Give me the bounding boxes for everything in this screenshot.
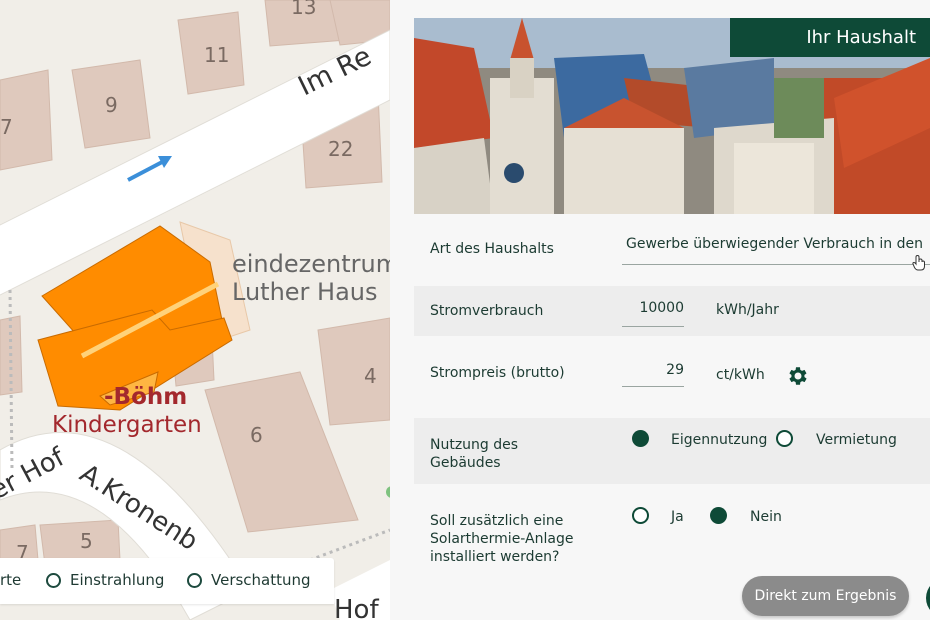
poi-label: Kindergarten xyxy=(52,412,202,438)
house-number: 4 xyxy=(364,364,377,388)
power-price-row: Strompreis (brutto) 29 ct/kWh xyxy=(414,340,930,410)
power-consumption-label: Stromverbrauch xyxy=(430,303,544,319)
poi-label: eindezentrum M xyxy=(232,250,390,278)
next-step-button[interactable] xyxy=(926,578,930,618)
radio-eigennutzung[interactable] xyxy=(632,430,649,447)
radio-nein[interactable] xyxy=(710,507,727,524)
radio-icon[interactable] xyxy=(46,572,61,588)
house-number: 5 xyxy=(80,529,93,553)
direct-to-result-button[interactable]: Direkt zum Ergebnis xyxy=(742,576,909,616)
house-number: 22 xyxy=(328,137,353,161)
map-layer-legend: rte Einstrahlung Verschattung xyxy=(0,558,334,604)
household-type-select[interactable]: Gewerbe überwiegender Verbrauch in den xyxy=(626,236,930,252)
power-price-label: Strompreis (brutto) xyxy=(430,365,565,381)
label-line: Nutzung des xyxy=(430,437,519,453)
power-consumption-row: Stromverbrauch 10000 kWh/Jahr xyxy=(414,286,930,336)
legend-option-label: Verschattung xyxy=(211,571,311,589)
option-eigennutzung-label[interactable]: Eigennutzung xyxy=(671,432,767,448)
radio-ja[interactable] xyxy=(632,507,649,524)
house-number: 13 xyxy=(291,0,316,19)
solar-thermal-row: Soll zusätzlich eine Solarthermie-Anlage… xyxy=(414,494,930,574)
radio-icon[interactable] xyxy=(187,572,202,588)
option-nein-label[interactable]: Nein xyxy=(750,509,782,525)
map-canvas[interactable]: Im Re er Hof A.Kronenb Hof 13 11 9 7 22 … xyxy=(0,0,390,620)
gear-icon[interactable] xyxy=(786,364,810,388)
hand-cursor-icon xyxy=(912,255,925,271)
house-number: 6 xyxy=(250,423,263,447)
label-line: Soll zusätzlich eine xyxy=(430,513,564,529)
input-underline xyxy=(622,386,684,387)
option-vermietung-label[interactable]: Vermietung xyxy=(816,432,897,448)
household-type-row: Art des Haushalts Gewerbe überwiegender … xyxy=(414,222,930,284)
input-underline xyxy=(622,326,684,327)
label-line: installiert werden? xyxy=(430,549,560,565)
power-consumption-unit: kWh/Jahr xyxy=(716,302,779,318)
household-type-label: Art des Haushalts xyxy=(430,241,554,257)
legend-option-dachflaechen[interactable]: rte xyxy=(0,571,21,589)
legend-option-verschattung[interactable]: Verschattung xyxy=(187,571,311,589)
map-view[interactable]: Im Re er Hof A.Kronenb Hof 13 11 9 7 22 … xyxy=(0,0,390,620)
house-number: 9 xyxy=(105,93,118,117)
house-number: 11 xyxy=(204,43,229,67)
power-price-unit: ct/kWh xyxy=(716,367,765,383)
select-underline xyxy=(622,264,930,265)
legend-option-einstrahlung[interactable]: Einstrahlung xyxy=(46,571,164,589)
building-usage-row: Nutzung des Gebäudes Eigennutzung Vermie… xyxy=(414,418,930,484)
power-price-input[interactable]: 29 xyxy=(622,362,684,378)
hero-image: Ihr Haushalt xyxy=(414,18,930,214)
label-line: Gebäudes xyxy=(430,455,501,471)
household-panel: Ihr Haushalt Art des Haushalts Gewerbe ü… xyxy=(390,0,930,620)
poi-label: -Böhm xyxy=(104,384,187,410)
hero-title: Ihr Haushalt xyxy=(730,18,930,57)
label-line: Solarthermie-Anlage xyxy=(430,531,574,547)
power-consumption-input[interactable]: 10000 xyxy=(622,300,684,316)
radio-vermietung[interactable] xyxy=(776,430,793,447)
solar-thermal-label: Soll zusätzlich eine Solarthermie-Anlage… xyxy=(430,512,573,566)
street-label: Hof xyxy=(334,595,379,620)
house-number: 7 xyxy=(0,115,13,139)
building-usage-label: Nutzung des Gebäudes xyxy=(430,436,518,472)
poi-label: Luther Haus xyxy=(232,278,378,306)
option-ja-label[interactable]: Ja xyxy=(671,509,684,525)
legend-option-label: rte xyxy=(0,571,22,589)
legend-option-label: Einstrahlung xyxy=(70,571,165,589)
